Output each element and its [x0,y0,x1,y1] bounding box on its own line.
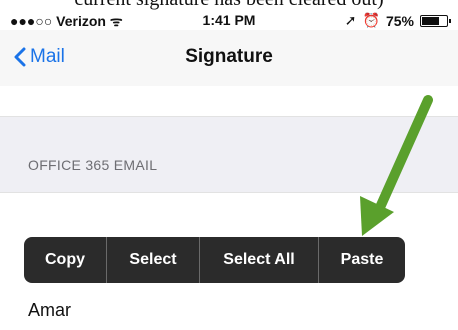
battery-percent: 75% [385,12,414,29]
page-title: Signature [185,46,273,67]
location-icon: ➚ [344,12,357,28]
copy-menu-item[interactable]: Copy [24,237,106,283]
paste-menu-item[interactable]: Paste [319,237,405,283]
section-header: OFFICE 365 EMAIL [28,157,158,173]
caption-text: current signature has been cleared out) [0,0,458,10]
select-all-menu-item[interactable]: Select All [200,237,318,283]
navigation-bar: Mail Signature [0,30,458,86]
alarm-icon: ⏰ [362,12,380,28]
battery-icon [420,14,451,27]
battery-fill [422,16,440,25]
signature-text[interactable]: Amar [28,300,71,321]
section-header-area: OFFICE 365 EMAIL [0,116,458,193]
select-menu-item[interactable]: Select [107,237,199,283]
edit-menu: Copy Select Select All Paste [24,237,405,283]
status-bar: ●●●○○ Verizon ᯤ 1:41 PM ➚ ⏰ 75% [0,8,458,30]
